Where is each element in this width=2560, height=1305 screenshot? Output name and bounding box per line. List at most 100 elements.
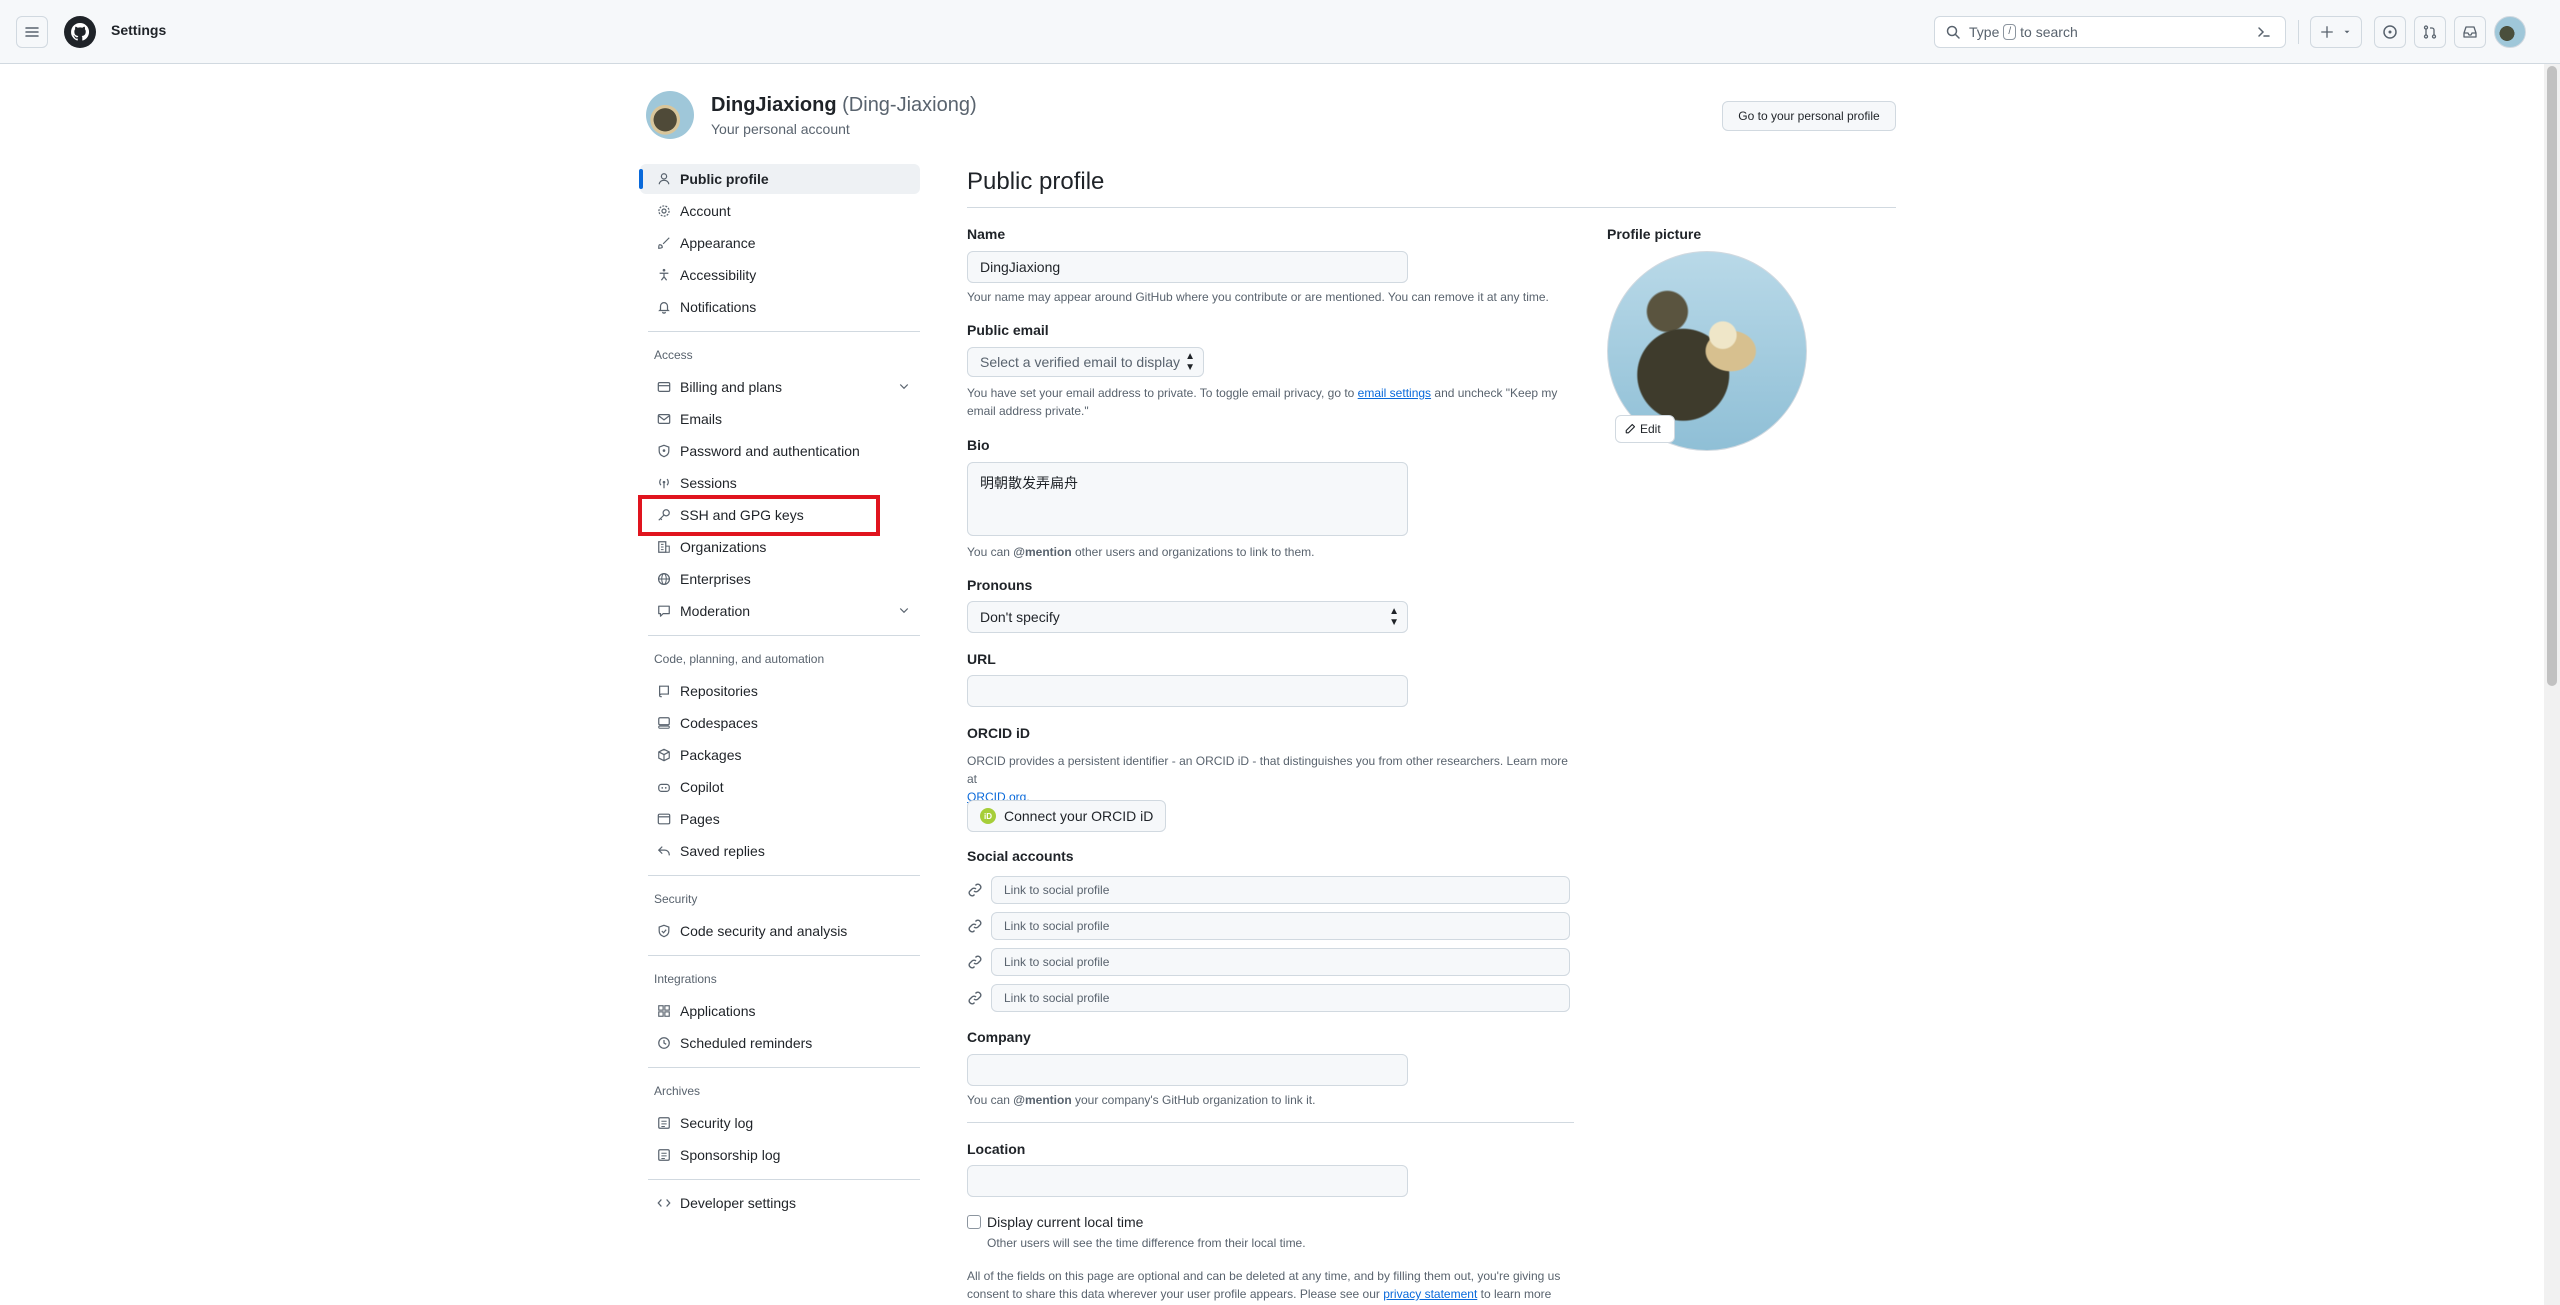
social-link-row: Link to social profile [967,948,1570,976]
sidebar-item-copilot[interactable]: Copilot [640,772,920,802]
sidebar-item-label: Copilot [680,779,724,795]
sidebar-item-label: Sessions [680,475,737,491]
sidebar-item-account[interactable]: Account [640,196,920,226]
orcid-icon: iD [980,808,996,824]
sidebar-item-notifications[interactable]: Notifications [640,292,920,322]
bio-label: Bio [967,437,990,453]
social-link-input[interactable]: Link to social profile [991,984,1570,1012]
sidebar-item-developer-settings[interactable]: Developer settings [640,1188,920,1218]
person-icon [656,171,672,187]
sidebar-item-sponsorship-log[interactable]: Sponsorship log [640,1140,920,1170]
company-field[interactable] [967,1054,1408,1086]
scrollbar-thumb[interactable] [2547,66,2557,686]
sidebar-item-organizations[interactable]: Organizations [640,532,920,562]
bio-textarea[interactable]: 明朝散发弄扁舟 [967,462,1408,536]
public-email-select-value: Select a verified email to display [980,354,1180,370]
sidebar-item-moderation[interactable]: Moderation [640,596,920,626]
company-hint: You can @mention your company's GitHub o… [967,1091,1315,1109]
go-to-profile-button[interactable]: Go to your personal profile [1722,101,1896,131]
page-context-title[interactable]: Settings [111,22,166,38]
pull-requests-button[interactable] [2414,16,2446,48]
link-icon [967,990,983,1009]
create-new-button[interactable] [2310,16,2362,48]
name-field[interactable]: DingJiaxiong [967,251,1408,283]
sidebar-item-packages[interactable]: Packages [640,740,920,770]
local-time-label[interactable]: Display current local time [987,1214,1143,1230]
chevron-down-icon[interactable] [898,604,910,619]
user-display-name: DingJiaxiong (Ding-Jiaxiong) [711,94,977,117]
name-hint: Your name may appear around GitHub where… [967,290,1549,304]
sidebar-item-label: Billing and plans [680,379,782,395]
sidebar-item-emails[interactable]: Emails [640,404,920,434]
local-time-checkbox[interactable] [967,1215,981,1229]
sidebar-item-label: Public profile [680,171,769,187]
pronouns-select[interactable]: Don't specify ▲ ▼ [967,601,1408,633]
inbox-button[interactable] [2454,16,2486,48]
email-settings-link[interactable]: email settings [1358,386,1431,400]
issues-button[interactable] [2374,16,2406,48]
location-field[interactable] [967,1165,1408,1197]
edit-label: Edit [1640,422,1661,436]
github-logo-icon[interactable] [64,16,96,48]
code-icon [656,1195,672,1211]
sidebar-item-label: Pages [680,811,720,827]
sidebar-item-billing[interactable]: Billing and plans [640,372,920,402]
orcid-hint-text: ORCID provides a persistent identifier -… [967,754,1568,786]
sidebar-item-sessions[interactable]: Sessions [640,468,920,498]
sidebar-item-label: Scheduled reminders [680,1035,813,1051]
sidebar-item-repositories[interactable]: Repositories [640,676,920,706]
account-type-label: Your personal account [711,121,850,137]
sidebar-item-code-security[interactable]: Code security and analysis [640,916,920,946]
page-scrollbar[interactable] [2544,64,2560,1305]
inbox-icon [2463,26,2477,38]
organization-icon [656,539,672,555]
connect-orcid-label: Connect your ORCID iD [1004,808,1154,824]
sidebar-item-appearance[interactable]: Appearance [640,228,920,258]
sidebar-item-pages[interactable]: Pages [640,804,920,834]
page-title: Public profile [967,168,1105,195]
menu-button[interactable] [16,16,48,48]
sidebar-item-public-profile[interactable]: Public profile [639,164,920,194]
command-palette-icon[interactable] [2251,20,2277,44]
privacy-statement-link[interactable]: privacy statement [1383,1287,1477,1301]
sidebar-heading-archives: Archives [654,1084,701,1098]
sidebar-item-codespaces[interactable]: Codespaces [640,708,920,738]
orcid-label: ORCID iD [967,725,1030,741]
log-icon [656,1147,672,1163]
report-icon [656,603,672,619]
avatar[interactable] [2494,16,2526,48]
bio-hint: You can @mention other users and organiz… [967,543,1314,561]
social-link-input[interactable]: Link to social profile [991,948,1570,976]
url-field[interactable] [967,675,1408,707]
package-icon [656,747,672,763]
email-hint-text: You have set your email address to priva… [967,386,1355,400]
connect-orcid-button[interactable]: iD Connect your ORCID iD [967,800,1166,832]
link-icon [967,882,983,901]
sidebar-item-security-log[interactable]: Security log [640,1108,920,1138]
search-prefix: Type [1969,24,2000,40]
sidebar-item-password[interactable]: Password and authentication [640,436,920,466]
social-link-input[interactable]: Link to social profile [991,912,1570,940]
search-input[interactable]: Type / to search [1934,16,2286,48]
shield-lock-icon [656,443,672,459]
sidebar-item-label: Accessibility [680,267,757,283]
codespaces-icon [656,715,672,731]
chevron-down-icon[interactable] [898,380,910,395]
public-email-select[interactable]: Select a verified email to display ▲ ▼ [967,347,1204,377]
sidebar-item-label: Password and authentication [680,443,860,459]
sidebar-item-applications[interactable]: Applications [640,996,920,1026]
display-name-text: DingJiaxiong [711,94,837,116]
clock-icon [656,1035,672,1051]
section-divider [967,1122,1574,1123]
bio-hint-mention: @mention [1013,545,1072,559]
social-link-input[interactable]: Link to social profile [991,876,1570,904]
copilot-icon [656,779,672,795]
sidebar-item-saved-replies[interactable]: Saved replies [640,836,920,866]
sidebar-item-label: Packages [680,747,742,763]
edit-profile-picture-button[interactable]: Edit [1615,415,1675,443]
pronouns-label: Pronouns [967,577,1033,593]
sidebar-item-scheduled-reminders[interactable]: Scheduled reminders [640,1028,920,1058]
sidebar-item-accessibility[interactable]: Accessibility [640,260,920,290]
sidebar-item-label: Emails [680,411,723,427]
sidebar-item-enterprises[interactable]: Enterprises [640,564,920,594]
